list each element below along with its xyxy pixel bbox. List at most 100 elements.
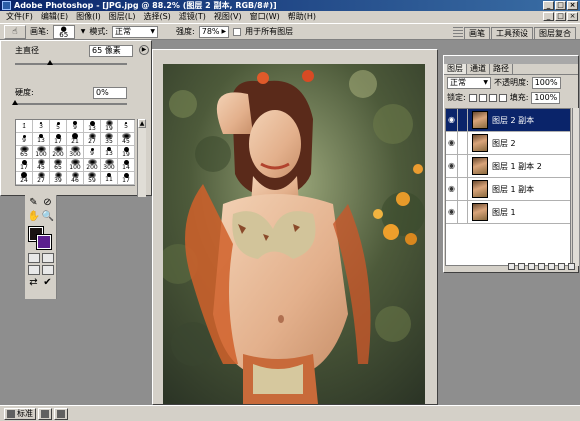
opacity-input[interactable]: 100% <box>531 76 561 89</box>
brush-preset[interactable]: 13 <box>33 133 50 146</box>
menu-select[interactable]: 选择(S) <box>139 11 174 23</box>
eyedropper-tool-icon[interactable]: ✎ <box>28 197 40 209</box>
layer-link-cell[interactable] <box>458 201 468 223</box>
layer-link-cell[interactable] <box>458 155 468 177</box>
close-button[interactable]: × <box>567 1 578 10</box>
brush-dropdown-arrow-icon[interactable]: ▼ <box>81 28 86 35</box>
jump-to-imageready-icon[interactable]: ⇄ <box>28 277 40 289</box>
standard-mode-icon[interactable] <box>27 253 40 263</box>
brush-preset[interactable]: 59 <box>84 172 101 185</box>
menu-layer[interactable]: 图层(L) <box>105 11 140 23</box>
layer-link-cell[interactable] <box>458 178 468 200</box>
layers-palette-header[interactable] <box>444 56 578 64</box>
zoom-tool-icon[interactable]: 🔍 <box>42 211 54 223</box>
layer-row[interactable]: ◉ 图层 1 <box>446 201 570 224</box>
brush-preset[interactable]: 9 <box>84 146 101 159</box>
scroll-up-icon[interactable]: ▲ <box>138 119 146 128</box>
doc-close-button[interactable]: × <box>567 12 578 21</box>
layer-row[interactable]: ◉ 图层 1 副本 2 <box>446 155 570 178</box>
brush-preset[interactable]: 11 <box>101 172 118 185</box>
eye-icon[interactable]: ◉ <box>446 178 458 200</box>
menu-view[interactable]: 视图(V) <box>210 11 246 23</box>
tab-layers[interactable]: 图层 <box>444 64 467 74</box>
layer-set-icon[interactable] <box>538 263 545 270</box>
brush-preset[interactable]: 200 <box>50 146 67 159</box>
menu-edit[interactable]: 编辑(E) <box>37 11 72 23</box>
blend-mode-select[interactable]: 正常 ▼ <box>447 76 491 89</box>
brush-preset[interactable]: 19 <box>101 120 118 133</box>
menu-image[interactable]: 图像(I) <box>72 11 105 23</box>
brush-preset[interactable]: 24 <box>16 172 33 185</box>
brush-preset[interactable]: 21 <box>67 133 84 146</box>
palette-well-tab-layer-comps[interactable]: 图层复合 <box>534 27 576 39</box>
tool-preset-picker[interactable]: ☝ <box>4 24 26 39</box>
layer-row[interactable]: ◉ 图层 1 副本 <box>446 178 570 201</box>
palette-well-tab-brushes[interactable]: 画笔 <box>464 27 490 39</box>
maximize-button[interactable]: □ <box>555 1 566 10</box>
delete-layer-icon[interactable] <box>568 263 575 270</box>
brush-preset[interactable]: 1 <box>16 120 33 133</box>
brush-preset[interactable]: 17 <box>50 133 67 146</box>
doc-minimize-button[interactable]: _ <box>543 12 554 21</box>
new-layer-icon[interactable] <box>558 263 565 270</box>
hardness-slider[interactable] <box>12 100 127 105</box>
all-layers-checkbox[interactable] <box>233 27 242 36</box>
brush-preset[interactable]: 45 <box>33 159 50 172</box>
brush-picker-button[interactable]: ● 65 <box>52 24 75 39</box>
link-layers-icon[interactable] <box>508 263 515 270</box>
brush-preset[interactable]: 45 <box>118 133 135 146</box>
diameter-slider-thumb[interactable] <box>46 60 53 65</box>
brush-preset[interactable]: 100 <box>67 159 84 172</box>
hand-tool-icon[interactable]: ✋ <box>28 211 40 223</box>
brush-preset[interactable]: 65 <box>50 159 67 172</box>
brush-preset[interactable]: 5 <box>118 120 135 133</box>
brush-preset[interactable]: 300 <box>101 159 118 172</box>
status-button-3[interactable] <box>54 407 68 420</box>
brush-preset[interactable]: 3 <box>33 120 50 133</box>
brush-preset[interactable]: 17 <box>118 172 135 185</box>
tab-channels[interactable]: 通道 <box>467 64 490 74</box>
tab-paths[interactable]: 路径 <box>490 64 513 74</box>
brush-preset[interactable]: 35 <box>101 133 118 146</box>
brush-preset[interactable]: 17 <box>16 159 33 172</box>
layer-link-cell[interactable] <box>458 132 468 154</box>
measure-tool-icon[interactable]: ⊘ <box>42 197 54 209</box>
strength-input[interactable]: 78% ▶ <box>198 25 230 38</box>
brush-preset[interactable]: 200 <box>84 159 101 172</box>
brush-preset[interactable]: 19 <box>118 146 135 159</box>
eye-icon[interactable]: ◉ <box>446 109 458 131</box>
brush-preset[interactable]: 300 <box>67 146 84 159</box>
screen-mode-full-icon[interactable] <box>41 265 54 275</box>
eye-icon[interactable]: ◉ <box>446 155 458 177</box>
brush-preset[interactable]: 27 <box>84 133 101 146</box>
brush-preset[interactable]: 5 <box>50 120 67 133</box>
brush-preset[interactable]: 39 <box>50 172 67 185</box>
hardness-field[interactable]: 0% <box>93 87 127 99</box>
brush-picker-menu-icon[interactable]: ▶ <box>139 45 149 55</box>
diameter-slider[interactable] <box>15 60 127 65</box>
lock-image-checkbox[interactable] <box>478 93 487 102</box>
layer-link-cell[interactable] <box>458 109 468 131</box>
brush-grid-scrollbar[interactable]: ▲ <box>137 119 146 197</box>
adjustment-layer-icon[interactable] <box>548 263 555 270</box>
minimize-button[interactable]: _ <box>543 1 554 10</box>
brush-preset[interactable]: 46 <box>67 172 84 185</box>
brush-preset[interactable]: 65 <box>16 146 33 159</box>
mode-button[interactable]: 标准 <box>4 407 36 420</box>
checkmark-icon[interactable]: ✔ <box>42 277 54 289</box>
layer-row[interactable]: ◉ 图层 2 <box>446 132 570 155</box>
brush-preset[interactable]: 9 <box>67 120 84 133</box>
quick-mask-mode-icon[interactable] <box>41 253 54 263</box>
lock-all-checkbox[interactable] <box>498 93 507 102</box>
brush-preset[interactable]: 14 <box>118 159 135 172</box>
layer-row[interactable]: ◉ 图层 2 副本 <box>446 109 570 132</box>
mode-select[interactable]: 正常 ▼ <box>112 25 159 38</box>
layer-style-icon[interactable] <box>518 263 525 270</box>
palette-well-tab-tool-presets[interactable]: 工具预设 <box>491 27 533 39</box>
brush-preset[interactable]: 9 <box>16 133 33 146</box>
master-diameter-field[interactable]: 65 像素 <box>89 45 133 57</box>
screen-mode-standard-icon[interactable] <box>27 265 40 275</box>
palette-well-grip[interactable] <box>453 27 463 39</box>
brush-preset[interactable]: 27 <box>33 172 50 185</box>
status-button-2[interactable] <box>38 407 52 420</box>
